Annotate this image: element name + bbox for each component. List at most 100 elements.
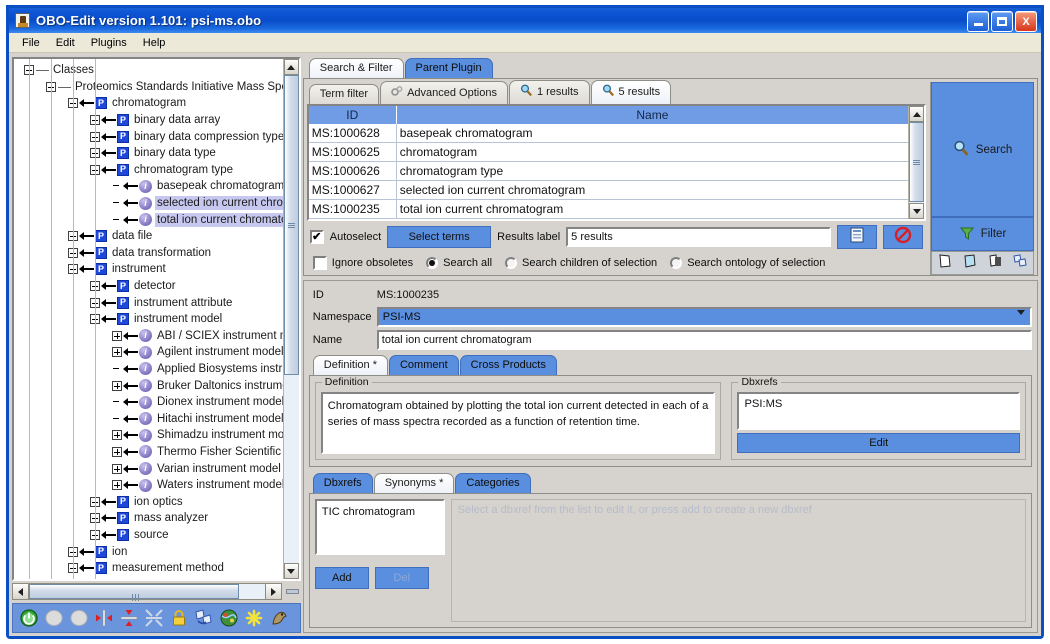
table-row[interactable]: MS:1000628 basepeak chromatogram (308, 124, 908, 143)
vertical-split-button[interactable] (117, 606, 141, 630)
expand-icon[interactable] (112, 430, 122, 441)
tree-node[interactable]: i ABI / SCIEX instrument mod (14, 328, 283, 345)
tree-node[interactable]: Pdata file (14, 228, 283, 245)
results-scroll-up-button[interactable] (909, 106, 924, 122)
tree-node[interactable]: i Shimadzu instrument mode (14, 427, 283, 444)
collapse-button[interactable] (142, 606, 166, 630)
tree-node[interactable]: Pchromatogram (14, 95, 283, 112)
tab-categories[interactable]: Categories (455, 473, 531, 493)
horizontal-split-button[interactable] (92, 606, 116, 630)
tab-search-and-filter[interactable]: Search & Filter (308, 58, 404, 78)
hscroll-track[interactable] (29, 584, 265, 601)
menu-item-plugins[interactable]: Plugins (84, 35, 134, 51)
star-button[interactable] (242, 606, 266, 630)
tab-advanced-options[interactable]: Advanced Options (380, 81, 508, 104)
tree-node[interactable]: Pmeasurement method (14, 560, 283, 577)
results-scroll-track[interactable] (909, 122, 924, 203)
power-button[interactable] (17, 606, 41, 630)
tab-comment[interactable]: Comment (388, 355, 459, 375)
swap-button[interactable] (1008, 252, 1033, 274)
expand-icon[interactable] (112, 446, 122, 457)
table-row[interactable]: MS:1000626 chromatogram type (308, 162, 908, 181)
filter-button[interactable]: Filter (931, 217, 1034, 251)
select-terms-button[interactable]: Select terms (387, 226, 492, 248)
radio-search-all[interactable] (426, 257, 439, 269)
tree-node[interactable]: Pchromatogram type (14, 162, 283, 179)
tree-vertical-scrollbar[interactable] (282, 59, 299, 579)
tree-node[interactable]: i Agilent instrument model (14, 344, 283, 361)
tree-node[interactable]: Pbinary data array (14, 112, 283, 129)
tree-node[interactable]: i Varian instrument model (14, 460, 283, 477)
list-item[interactable]: TIC chromatogram (322, 504, 438, 520)
save-results-button[interactable] (837, 225, 877, 249)
tree-node[interactable]: Pinstrument attribute (14, 294, 283, 311)
tree-node[interactable]: i Thermo Fisher Scientific ins (14, 444, 283, 461)
table-row[interactable]: MS:1000627 selected ion current chromatog… (308, 181, 908, 200)
menu-item-edit[interactable]: Edit (49, 35, 82, 51)
tree-node[interactable]: i Hitachi instrument model (14, 410, 283, 427)
tree-node[interactable]: Pion (14, 543, 283, 560)
results-label-input[interactable]: 5 results (566, 227, 831, 247)
menu-item-help[interactable]: Help (136, 35, 173, 51)
column-header-id[interactable]: ID (309, 106, 397, 124)
menu-item-file[interactable]: File (15, 35, 47, 51)
tab-definition[interactable]: Definition * (312, 355, 388, 375)
search-button[interactable]: Search (931, 82, 1034, 217)
definition-textarea[interactable]: Chromatogram obtained by plotting the to… (320, 392, 716, 454)
new-page-button[interactable] (932, 252, 957, 274)
expand-icon[interactable] (112, 480, 122, 491)
synonyms-list[interactable]: TIC chromatogram (314, 499, 445, 555)
tree-node[interactable]: i Bruker Daltonics instrument (14, 377, 283, 394)
scroll-thumb[interactable] (283, 75, 299, 375)
radio-search-children[interactable] (505, 257, 518, 269)
hscroll-thumb[interactable] (29, 584, 239, 601)
refresh-button[interactable] (192, 606, 216, 630)
expand-icon[interactable] (112, 347, 122, 358)
new-folder-button[interactable] (957, 252, 982, 274)
monkey-button[interactable] (267, 606, 291, 630)
tab-dbxrefs[interactable]: Dbxrefs (312, 473, 373, 493)
tree-node[interactable]: Proteomics Standards Initiative Mass Spe… (14, 79, 283, 96)
tree-horizontal-scrollbar[interactable] (12, 583, 282, 601)
blank-circle-button-1[interactable] (42, 606, 66, 630)
tab-5-results[interactable]: 5 results (590, 80, 672, 104)
dbxrefs-list[interactable]: PSI:MS (737, 392, 1020, 430)
tree-node[interactable]: i Applied Biosystems instrume (14, 361, 283, 378)
table-row[interactable]: MS:1000625 chromatogram (308, 143, 908, 162)
lock-button[interactable] (167, 606, 191, 630)
chevron-down-icon[interactable] (1017, 310, 1025, 327)
namespace-combobox[interactable]: PSI-MS (376, 307, 1032, 327)
tab-parent-plugin[interactable]: Parent Plugin (404, 58, 493, 78)
expand-icon[interactable] (112, 463, 122, 474)
name-input[interactable]: total ion current chromatogram (376, 330, 1032, 350)
tab-cross-products[interactable]: Cross Products (459, 355, 557, 375)
ontology-tree[interactable]: ClassesProteomics Standards Initiative M… (14, 59, 283, 579)
maximize-button[interactable] (991, 11, 1013, 32)
scroll-left-button[interactable] (13, 584, 29, 599)
scroll-track[interactable] (283, 75, 299, 563)
tree-node[interactable]: Pbinary data compression type (14, 128, 283, 145)
tab-synonyms[interactable]: Synonyms * (373, 473, 455, 493)
autoselect-checkbox[interactable]: ✔ (309, 230, 324, 244)
tree-node[interactable]: Psource (14, 527, 283, 544)
tree-node[interactable]: i Dionex instrument model (14, 394, 283, 411)
column-header-name[interactable]: Name (397, 106, 908, 124)
tree-node[interactable]: Pbinary data type (14, 145, 283, 162)
clear-results-button[interactable] (883, 225, 923, 249)
tree-node[interactable]: i Waters instrument model (14, 477, 283, 494)
tree-node[interactable]: i basepeak chromatogram (14, 178, 283, 195)
tree-node[interactable]: iselected ion current chroma (14, 195, 283, 212)
close-button[interactable]: X (1015, 11, 1037, 32)
radio-search-ontology[interactable] (670, 257, 683, 269)
ignore-obsoletes-checkbox[interactable] (312, 256, 327, 270)
tree-node[interactable]: i total ion current chromatog (14, 211, 283, 228)
tree-node[interactable]: Pinstrument model (14, 311, 283, 328)
expand-icon[interactable] (112, 380, 122, 391)
tab-term-filter[interactable]: Term filter (308, 84, 380, 104)
results-table[interactable]: ID Name MS:1000628 basepeak chromatogram M… (308, 106, 908, 219)
tree-node[interactable]: Pdetector (14, 278, 283, 295)
minimize-button[interactable] (967, 11, 989, 32)
results-scroll-thumb[interactable] (909, 122, 924, 202)
results-vertical-scrollbar[interactable] (908, 106, 924, 219)
table-row[interactable]: MS:1000235 total ion current chromatogram (308, 200, 908, 219)
